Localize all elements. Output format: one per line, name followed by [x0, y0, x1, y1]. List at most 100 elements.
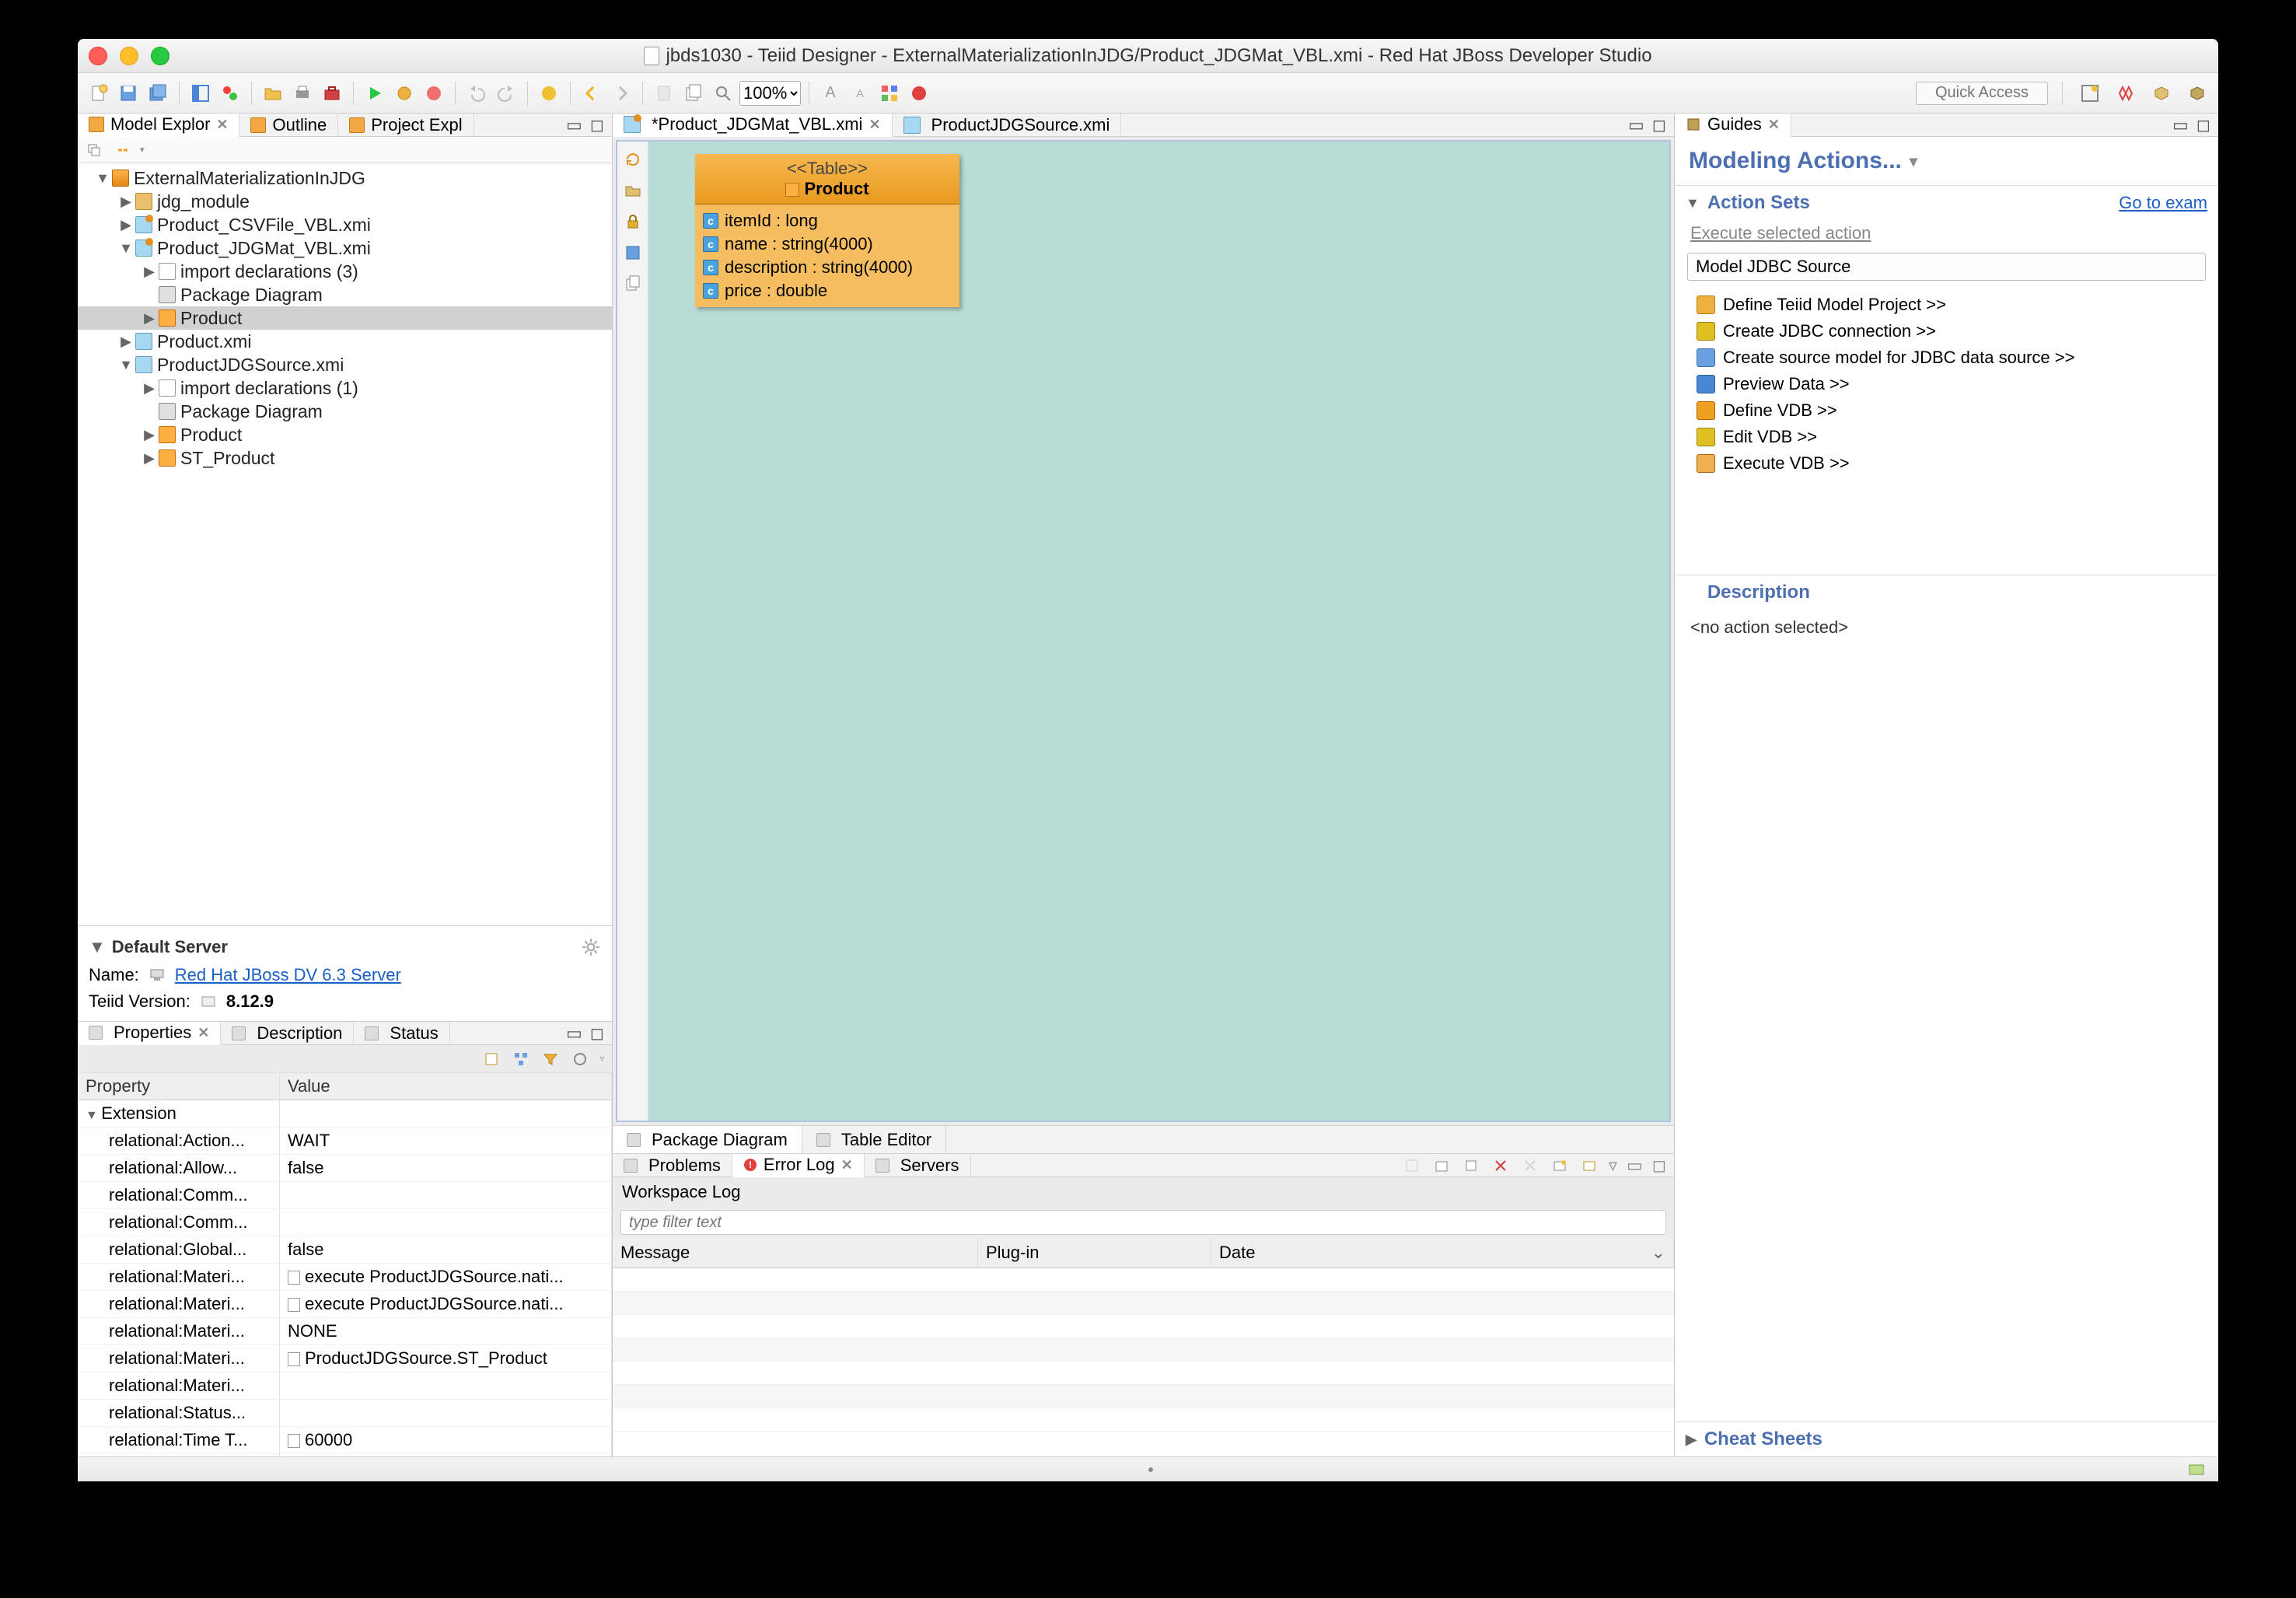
gear-icon[interactable]	[581, 937, 601, 957]
log-min-icon[interactable]: ▭	[1627, 1156, 1643, 1176]
min-icon[interactable]: ▭	[1628, 115, 1644, 135]
close-icon[interactable]: ✕	[868, 117, 880, 133]
toolbox-button[interactable]	[319, 80, 345, 107]
close-icon[interactable]: ✕	[841, 1157, 853, 1173]
property-row[interactable]: relational:Materi...ProductJDGSource.ST_…	[78, 1345, 612, 1372]
execute-selected-action-link[interactable]: Execute selected action	[1675, 220, 2218, 247]
guide-action[interactable]: Create JDBC connection >>	[1697, 318, 2218, 344]
properties-grid[interactable]: PropertyValue Extensionrelational:Action…	[78, 1073, 612, 1456]
editor-tab[interactable]: *Product_JDGMat_VBL.xmi✕	[613, 114, 893, 137]
max-icon[interactable]: ◻	[590, 115, 604, 135]
save-diagram-icon[interactable]	[623, 243, 643, 263]
log-max-icon[interactable]: ◻	[1652, 1156, 1666, 1176]
property-row[interactable]: relational:Global...false	[78, 1236, 612, 1264]
tab-servers[interactable]: Servers	[865, 1154, 971, 1177]
cheat-sheets-header[interactable]: ▶Cheat Sheets	[1675, 1422, 2218, 1456]
font-inc-button[interactable]: A	[817, 80, 844, 107]
column-row[interactable]: citemId : long	[703, 209, 952, 233]
property-row[interactable]: relational:Allow...false	[78, 1155, 612, 1182]
prop-restore-button[interactable]	[570, 1049, 590, 1069]
action-set-select[interactable]: Model JDBC Source	[1687, 253, 2206, 281]
folder-up-icon[interactable]	[623, 180, 643, 201]
tab-model-explor[interactable]: Model Explor✕	[78, 114, 239, 137]
guide-action[interactable]: Preview Data >>	[1697, 371, 2218, 397]
close-icon[interactable]: ✕	[1768, 117, 1780, 133]
close-icon[interactable]: ✕	[197, 1025, 209, 1041]
property-row[interactable]: relational:Materi...	[78, 1372, 612, 1400]
log-clear-button[interactable]	[1461, 1156, 1481, 1176]
log-open-button[interactable]	[1550, 1156, 1570, 1176]
close-icon[interactable]: ✕	[216, 117, 228, 133]
property-row[interactable]: relational:Time T...60000	[78, 1427, 612, 1454]
server-name-link[interactable]: Red Hat JBoss DV 6.3 Server	[175, 965, 401, 985]
model-button[interactable]	[217, 80, 243, 107]
debug-button[interactable]	[391, 80, 418, 107]
box2-perspective-button[interactable]	[2184, 80, 2210, 107]
guide-action[interactable]: Edit VDB >>	[1697, 424, 2218, 450]
guide-action[interactable]: Define Teiid Model Project >>	[1697, 292, 2218, 318]
paste-button[interactable]	[651, 80, 677, 107]
tab-guides[interactable]: Guides ✕	[1675, 114, 1791, 137]
tree-item[interactable]: ▶Product	[78, 423, 612, 446]
tab-problems[interactable]: Problems	[613, 1154, 732, 1177]
view-menu-icon[interactable]: ▿	[599, 1054, 604, 1064]
column-row[interactable]: cdescription : string(4000)	[703, 256, 952, 279]
tree-item[interactable]: ▼ExternalMaterializationInJDG	[78, 166, 612, 190]
property-row[interactable]: relational:Materi...execute ProductJDGSo…	[78, 1291, 612, 1318]
status-icon[interactable]	[2187, 1460, 2206, 1479]
model-explorer-tree[interactable]: ▼ExternalMaterializationInJDG▶jdg_module…	[78, 163, 612, 925]
description-header[interactable]: ▼Description	[1675, 575, 2218, 610]
table-node-product[interactable]: <<Table>> Product citemId : longcname : …	[695, 154, 959, 307]
action-sets-header[interactable]: ▼Action Sets Go to exam	[1675, 186, 2218, 220]
zoom-window-button[interactable]	[151, 47, 169, 65]
max-icon[interactable]: ◻	[1652, 115, 1666, 135]
perspective-button[interactable]	[187, 80, 214, 107]
minimize-window-button[interactable]	[120, 47, 138, 65]
tab-status[interactable]: Status	[354, 1022, 449, 1044]
run-button[interactable]	[362, 80, 388, 107]
log-col-message[interactable]: Message	[613, 1238, 978, 1268]
zoom-select[interactable]: 100%	[739, 81, 801, 106]
box-perspective-button[interactable]	[2148, 80, 2175, 107]
log-menu-icon[interactable]: ▿	[1609, 1156, 1617, 1176]
font-dec-button[interactable]: A	[847, 80, 873, 107]
print-button[interactable]	[289, 80, 316, 107]
prop-new-button[interactable]	[481, 1049, 501, 1069]
copy-diagram-icon[interactable]	[623, 274, 643, 294]
tab-description[interactable]: Description	[221, 1022, 354, 1044]
layout-button[interactable]	[876, 80, 903, 107]
tab-project-expl[interactable]: Project Expl	[338, 114, 474, 136]
validate-button[interactable]	[536, 80, 562, 107]
tab-error-log[interactable]: !Error Log✕	[732, 1154, 865, 1177]
min-icon[interactable]: ▭	[566, 1023, 582, 1044]
redo-button[interactable]	[493, 80, 519, 107]
log-grid[interactable]: Message Plug-in Date⌄	[613, 1238, 1674, 1456]
undo-button[interactable]	[463, 80, 490, 107]
new-button[interactable]	[86, 80, 112, 107]
tree-item[interactable]: ▼ProductJDGSource.xmi	[78, 353, 612, 376]
modeling-actions-header[interactable]: Modeling Actions...▾	[1675, 137, 2218, 185]
tree-item[interactable]: ▶import declarations (3)	[78, 260, 612, 283]
log-filter-input[interactable]	[620, 1210, 1666, 1235]
copy-button[interactable]	[680, 80, 707, 107]
guide-action[interactable]: Define VDB >>	[1697, 397, 2218, 424]
link-editor-button[interactable]	[112, 139, 134, 161]
tree-item[interactable]: ▼Product_JDGMat_VBL.xmi	[78, 236, 612, 260]
forward-button[interactable]	[608, 80, 634, 107]
column-row[interactable]: cprice : double	[703, 279, 952, 302]
diagram-canvas[interactable]: <<Table>> Product citemId : longcname : …	[648, 142, 1669, 1121]
log-delete2-button[interactable]	[1520, 1156, 1540, 1176]
teiid-perspective-button[interactable]	[2113, 80, 2139, 107]
tree-item[interactable]: Package Diagram	[78, 400, 612, 423]
collapse-all-button[interactable]	[84, 139, 106, 161]
stop-button[interactable]	[421, 80, 447, 107]
tree-item[interactable]: ▶import declarations (1)	[78, 376, 612, 400]
editor-foot-tab[interactable]: Package Diagram	[613, 1126, 802, 1153]
log-delete-button[interactable]	[1490, 1156, 1511, 1176]
tree-item[interactable]: Package Diagram	[78, 283, 612, 306]
tree-item[interactable]: ▶Product	[78, 306, 612, 330]
log-col-plugin[interactable]: Plug-in	[978, 1238, 1211, 1268]
property-row[interactable]: relational:Materi...NONE	[78, 1318, 612, 1345]
open-folder-button[interactable]	[260, 80, 286, 107]
guide-action[interactable]: Create source model for JDBC data source…	[1697, 344, 2218, 371]
